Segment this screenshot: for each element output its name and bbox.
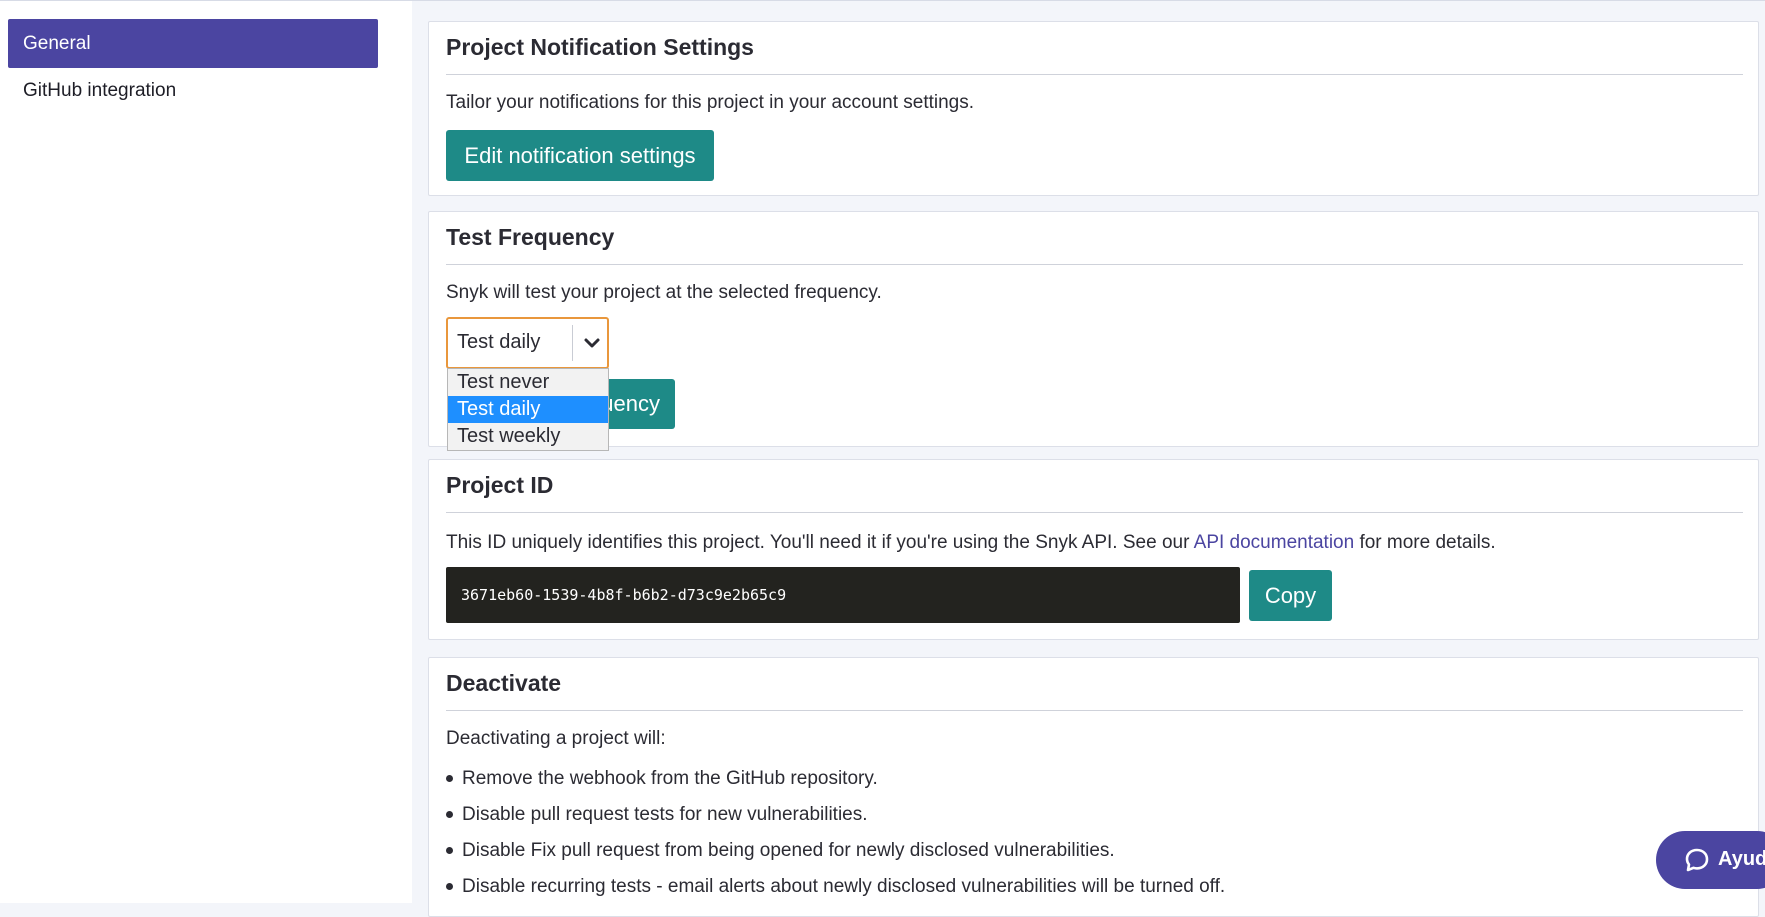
deactivate-list: Remove the webhook from the GitHub repos… <box>446 761 1225 905</box>
frequency-dropdown: Test never Test daily Test weekly <box>447 368 609 451</box>
list-item: Disable pull request tests for new vulne… <box>446 797 1225 833</box>
panel-title: Project ID <box>446 472 554 498</box>
description-text: for more details. <box>1354 532 1496 553</box>
panel-description: This ID uniquely identifies this project… <box>446 532 1496 554</box>
panel-title: Project Notification Settings <box>446 34 754 60</box>
panel-description: Tailor your notifications for this proje… <box>446 92 975 113</box>
notification-settings-panel: Project Notification Settings Tailor you… <box>428 21 1759 196</box>
sidebar-item-label: General <box>23 33 91 54</box>
sidebar: General GitHub integration <box>0 1 412 903</box>
list-item: Remove the webhook from the GitHub repos… <box>446 761 1225 797</box>
sidebar-item-label: GitHub integration <box>23 80 177 101</box>
list-item-text: Disable recurring tests - email alerts a… <box>462 876 1226 897</box>
deactivate-intro: Deactivating a project will: <box>446 728 666 749</box>
divider <box>446 264 1743 265</box>
chevron-down-icon <box>584 338 600 348</box>
project-id-value: 3671eb60-1539-4b8f-b6b2-d73c9e2b65c9 <box>446 567 1240 623</box>
option-test-weekly[interactable]: Test weekly <box>448 423 608 450</box>
bullet-icon <box>446 883 453 890</box>
list-item-text: Disable pull request tests for new vulne… <box>462 804 868 825</box>
select-separator <box>572 325 573 361</box>
chat-bubble-icon <box>1685 848 1709 872</box>
bullet-icon <box>446 811 453 818</box>
list-item-text: Remove the webhook from the GitHub repos… <box>462 768 878 789</box>
list-item: Disable Fix pull request from being open… <box>446 833 1225 869</box>
help-label: Ayud <box>1718 848 1765 870</box>
sidebar-item-github-integration[interactable]: GitHub integration <box>8 66 378 115</box>
list-item: Disable recurring tests - email alerts a… <box>446 869 1225 905</box>
frequency-select[interactable]: Test daily <box>446 317 609 369</box>
divider <box>446 74 1743 75</box>
help-button[interactable]: Ayud <box>1656 831 1765 889</box>
bullet-icon <box>446 847 453 854</box>
option-test-never[interactable]: Test never <box>448 369 608 396</box>
deactivate-panel: Deactivate Deactivating a project will: … <box>428 657 1759 917</box>
sidebar-item-general[interactable]: General <box>8 19 378 68</box>
bullet-icon <box>446 775 453 782</box>
list-item-text: Disable Fix pull request from being open… <box>462 840 1115 861</box>
api-documentation-link[interactable]: API documentation <box>1194 532 1355 553</box>
panel-title: Test Frequency <box>446 224 615 250</box>
description-text: This ID uniquely identifies this project… <box>446 532 1194 553</box>
panel-title: Deactivate <box>446 670 562 696</box>
project-id-panel: Project ID This ID uniquely identifies t… <box>428 459 1759 640</box>
divider <box>446 512 1743 513</box>
divider <box>446 710 1743 711</box>
select-value: Test daily <box>457 331 541 353</box>
option-test-daily[interactable]: Test daily <box>448 396 608 423</box>
edit-notification-settings-button[interactable]: Edit notification settings <box>446 130 714 181</box>
copy-button[interactable]: Copy <box>1249 570 1332 621</box>
panel-description: Snyk will test your project at the selec… <box>446 282 882 303</box>
test-frequency-panel: Test Frequency Snyk will test your proje… <box>428 211 1759 451</box>
